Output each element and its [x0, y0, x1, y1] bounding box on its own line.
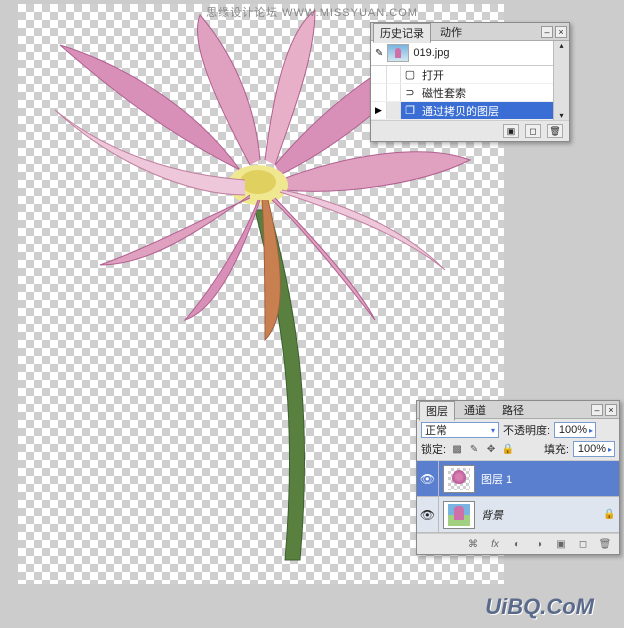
- watermark-bottom: UiBQ.CoM: [485, 594, 594, 620]
- link-layers-button[interactable]: ⌘: [465, 537, 481, 551]
- panel-close-icon[interactable]: ×: [555, 26, 567, 38]
- history-delete-button[interactable]: 🗑: [547, 124, 563, 138]
- fill-input[interactable]: 100%▸: [573, 441, 615, 457]
- panel-minimize-icon[interactable]: –: [591, 404, 603, 416]
- tab-actions[interactable]: 动作: [433, 22, 469, 42]
- lock-transparency-icon[interactable]: ▩: [450, 442, 464, 456]
- lock-label: 锁定:: [421, 441, 446, 457]
- history-filename: 019.jpg: [413, 47, 449, 59]
- tab-layers[interactable]: 图层: [419, 401, 455, 421]
- visibility-toggle[interactable]: 👁: [417, 461, 439, 496]
- tab-channels[interactable]: 通道: [457, 400, 493, 420]
- tab-paths[interactable]: 路径: [495, 400, 531, 420]
- layer-group-button[interactable]: ▣: [553, 537, 569, 551]
- layer-row-background[interactable]: 👁 背景 🔒: [417, 497, 619, 533]
- layer-row-1[interactable]: 👁 图层 1: [417, 461, 619, 497]
- layer-mask-button[interactable]: ◐: [509, 537, 525, 551]
- history-source-row[interactable]: ✎ 019.jpg: [371, 41, 553, 66]
- fill-label: 填充:: [544, 441, 569, 457]
- history-tabs: 历史记录 动作 – ×: [371, 23, 569, 41]
- opacity-label: 不透明度:: [503, 422, 550, 438]
- layers-list: 👁 图层 1 👁 背景 🔒: [417, 461, 619, 533]
- layer-name[interactable]: 图层 1: [479, 471, 619, 487]
- layer-name[interactable]: 背景: [479, 507, 603, 523]
- history-new-button[interactable]: ◻: [525, 124, 541, 138]
- new-layer-button[interactable]: ◻: [575, 537, 591, 551]
- lock-icon: 🔒: [603, 509, 619, 520]
- opacity-input[interactable]: 100%▸: [554, 422, 596, 438]
- panel-minimize-icon[interactable]: –: [541, 26, 553, 38]
- layer-effects-button[interactable]: fx: [487, 537, 503, 551]
- delete-layer-button[interactable]: 🗑: [597, 537, 613, 551]
- layer-thumbnail: [443, 465, 475, 493]
- watermark-top: 思缘设计论坛 WWW.MISSYUAN.COM: [206, 4, 418, 20]
- layers-panel: 图层 通道 路径 – × 正常▾ 不透明度: 100%▸ 锁定: ▩ ✎ ✥ 🔒: [416, 400, 620, 555]
- lasso-icon: ⊃: [401, 84, 419, 101]
- lock-move-icon[interactable]: ✥: [484, 442, 498, 456]
- panel-close-icon[interactable]: ×: [605, 404, 617, 416]
- history-current-marker: ▶: [371, 102, 387, 119]
- history-item-layer-copy[interactable]: ▶ ❐ 通过拷贝的图层: [371, 102, 553, 120]
- brush-source-icon: ✎: [375, 48, 383, 59]
- history-thumbnail: [387, 44, 409, 62]
- tab-history[interactable]: 历史记录: [373, 23, 431, 43]
- layer-copy-icon: ❐: [401, 102, 419, 119]
- history-panel: 历史记录 动作 – × ✎ 019.jpg ▢ 打开 ⊃: [370, 22, 570, 142]
- lock-paint-icon[interactable]: ✎: [467, 442, 481, 456]
- visibility-toggle[interactable]: 👁: [417, 497, 439, 532]
- history-item-open[interactable]: ▢ 打开: [371, 66, 553, 84]
- layer-thumbnail: [443, 501, 475, 529]
- blend-mode-select[interactable]: 正常▾: [421, 422, 499, 438]
- history-item-lasso[interactable]: ⊃ 磁性套索: [371, 84, 553, 102]
- history-snapshot-button[interactable]: ▣: [503, 124, 519, 138]
- history-list: ▢ 打开 ⊃ 磁性套索 ▶ ❐ 通过拷贝的图层: [371, 66, 553, 120]
- open-icon: ▢: [401, 66, 419, 83]
- history-scrollbar[interactable]: ▴ ▾: [553, 41, 569, 120]
- layers-tabs: 图层 通道 路径 – ×: [417, 401, 619, 419]
- adjustment-layer-button[interactable]: ◑: [531, 537, 547, 551]
- lock-all-icon[interactable]: 🔒: [501, 442, 515, 456]
